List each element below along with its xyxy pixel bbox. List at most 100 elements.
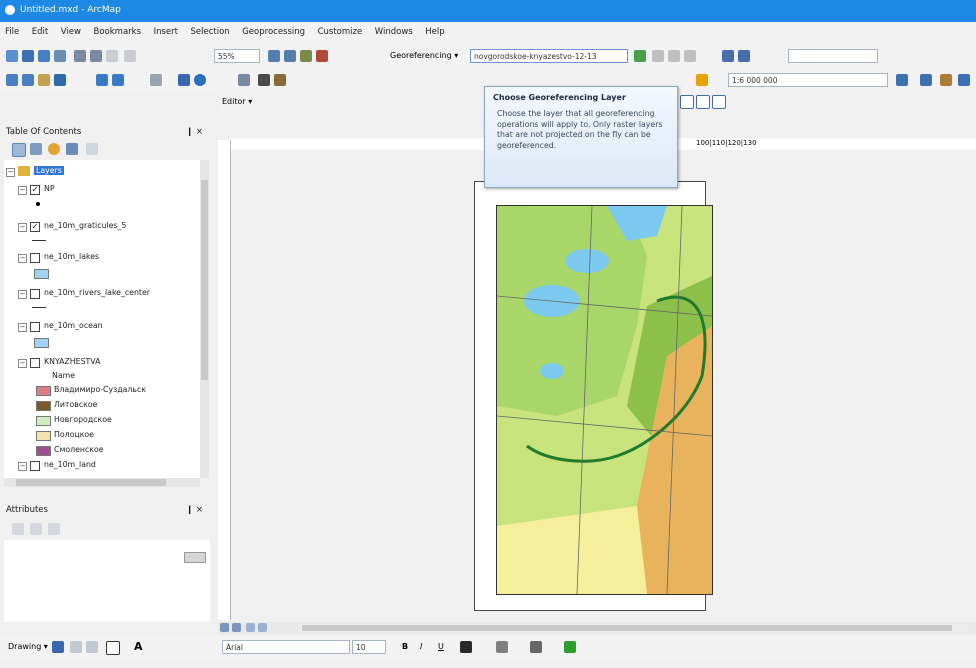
select-elements-pointer-icon[interactable] [52, 641, 64, 653]
menu-bookmarks[interactable]: Bookmarks [89, 22, 147, 37]
fill-color-icon[interactable] [496, 641, 508, 653]
list-by-source-icon[interactable] [30, 143, 42, 155]
catalog-icon[interactable] [300, 50, 312, 62]
layer-checkbox-land[interactable] [30, 461, 40, 471]
map-scale-combo[interactable]: 1:6 000 000 [728, 73, 888, 87]
layer-checkbox-np[interactable]: ✓ [30, 185, 40, 195]
toc-pin-close[interactable]: ❙ × [186, 127, 203, 137]
line-color-icon[interactable] [530, 641, 542, 653]
layout-view-switch-icon[interactable] [232, 623, 241, 632]
measure-icon[interactable] [274, 74, 286, 86]
expand-layers[interactable]: − [6, 168, 15, 177]
map-hscroll-thumb[interactable] [302, 625, 952, 631]
italic-button[interactable]: I [420, 642, 422, 651]
data-view-switch-icon[interactable] [220, 623, 229, 632]
font-color-icon[interactable] [460, 641, 472, 653]
drawing-menu[interactable]: Drawing ▾ [8, 642, 48, 651]
rotate-element-icon[interactable] [70, 641, 82, 653]
identify-icon[interactable] [194, 74, 206, 86]
pause-icon[interactable] [258, 623, 267, 632]
expand-np[interactable]: − [18, 186, 27, 195]
view-link-table-icon[interactable] [722, 50, 734, 62]
menu-selection[interactable]: Selection [186, 22, 235, 37]
delete-icon[interactable] [124, 50, 136, 62]
zoom-whole-page-icon[interactable] [680, 95, 694, 109]
expand-lakes[interactable]: − [18, 254, 27, 263]
layer-checkbox-ocean[interactable] [30, 322, 40, 332]
georeferenced-map-image[interactable] [496, 205, 713, 595]
font-combo[interactable]: Arial [222, 640, 350, 654]
open-icon[interactable] [22, 50, 34, 62]
find-icon[interactable] [238, 74, 250, 86]
expand-ocean[interactable]: − [18, 323, 27, 332]
toc-scrollbar[interactable] [200, 160, 209, 478]
layer-checkbox-graticules[interactable]: ✓ [30, 222, 40, 232]
menu-edit[interactable]: Edit [27, 22, 53, 37]
toc-hscroll-thumb[interactable] [16, 479, 166, 486]
layout-view-icon[interactable] [284, 50, 296, 62]
menu-geoprocessing[interactable]: Geoprocessing [237, 22, 310, 37]
menu-help[interactable]: Help [420, 22, 449, 37]
layer-name-lakes[interactable]: ne_10m_lakes [44, 252, 99, 261]
zoom-in-icon[interactable] [6, 74, 18, 86]
layout-icon-1[interactable] [896, 74, 908, 86]
expand-graticules[interactable]: − [18, 223, 27, 232]
attributes-tool-icon-1[interactable] [12, 523, 24, 535]
zoom-to-selected-icon[interactable] [86, 641, 98, 653]
list-by-selection-icon[interactable] [66, 143, 78, 155]
expand-knyazhestva[interactable]: − [18, 359, 27, 368]
list-by-drawing-order-icon[interactable] [12, 143, 26, 157]
cut-icon[interactable] [74, 50, 86, 62]
toc-hscrollbar[interactable] [4, 478, 200, 487]
toc-options-icon[interactable] [86, 143, 98, 155]
zoom-out-icon[interactable] [22, 74, 34, 86]
attributes-pin-close[interactable]: ❙ × [186, 505, 203, 515]
select-elements-icon[interactable] [178, 74, 190, 86]
menu-insert[interactable]: Insert [149, 22, 183, 37]
binoculars-icon[interactable] [258, 74, 270, 86]
layer-name-knyazhestva[interactable]: KNYAZHESTVA [44, 357, 100, 366]
paste-icon[interactable] [106, 50, 118, 62]
text-tool[interactable]: A [134, 640, 143, 653]
layout-icon-4[interactable] [958, 74, 970, 86]
layer-checkbox-rivers[interactable] [30, 289, 40, 299]
layout-page[interactable] [474, 181, 713, 611]
list-by-visibility-icon[interactable] [48, 143, 60, 155]
new-map-icon[interactable] [6, 50, 18, 62]
pan-icon[interactable] [38, 74, 50, 86]
expand-rivers[interactable]: − [18, 290, 27, 299]
layers-group-label[interactable]: Layers [34, 166, 64, 175]
layer-name-land[interactable]: ne_10m_land [44, 460, 96, 469]
editor-menu[interactable]: Editor ▾ [222, 97, 252, 106]
layout-icon-2[interactable] [920, 74, 932, 86]
forward-icon[interactable] [112, 74, 124, 86]
font-size-combo[interactable]: 10 [352, 640, 386, 654]
layout-icon-3[interactable] [940, 74, 952, 86]
add-control-points-icon[interactable] [634, 50, 646, 62]
zoom-to-width-icon[interactable] [712, 95, 726, 109]
map-hscroll-track[interactable] [298, 624, 968, 632]
attributes-tool-icon-3[interactable] [48, 523, 60, 535]
layer-name-ocean[interactable]: ne_10m_ocean [44, 321, 103, 330]
bold-button[interactable]: B [402, 642, 408, 651]
layer-name-graticules[interactable]: ne_10m_graticules_5 [44, 221, 126, 230]
georeferencing-layer-combo[interactable]: novgorodskoe-knyazestvo-12-13 [470, 49, 628, 63]
expand-land[interactable]: − [18, 462, 27, 471]
menu-windows[interactable]: Windows [370, 22, 418, 37]
layer-checkbox-lakes[interactable] [30, 253, 40, 263]
scale-icon[interactable] [684, 50, 696, 62]
view-mode-icon[interactable] [738, 50, 750, 62]
zoom-combo[interactable]: 55% [214, 49, 260, 63]
back-icon[interactable] [96, 74, 108, 86]
data-view-icon[interactable] [268, 50, 280, 62]
toolbox-icon[interactable] [316, 50, 328, 62]
add-data-icon[interactable] [696, 74, 708, 86]
refresh-icon[interactable] [246, 623, 255, 632]
layer-checkbox-knyazhestva[interactable] [30, 358, 40, 368]
zoom-100-icon[interactable] [696, 95, 710, 109]
menu-view[interactable]: View [56, 22, 86, 37]
menu-customize[interactable]: Customize [313, 22, 368, 37]
marker-color-icon[interactable] [564, 641, 576, 653]
full-extent-icon[interactable] [54, 74, 66, 86]
georeferencing-menu[interactable]: Georeferencing ▾ [390, 51, 458, 60]
